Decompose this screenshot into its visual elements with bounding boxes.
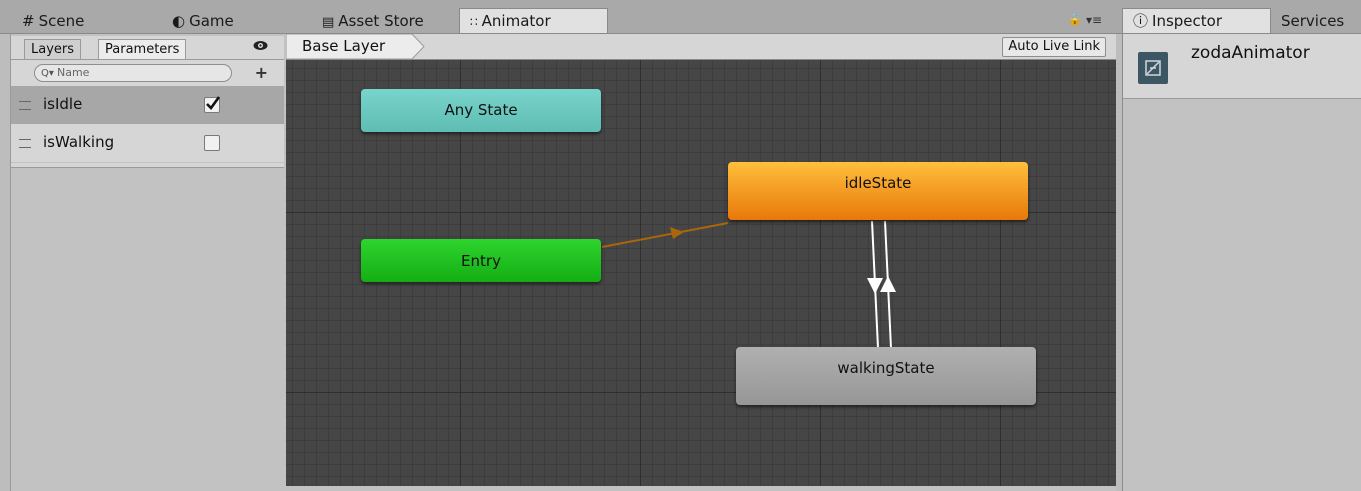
any-state-node[interactable]: Any State [361, 89, 601, 132]
parameter-checkbox[interactable] [204, 135, 220, 151]
tab-asset-store-label: Asset Store [338, 12, 424, 30]
lock-icon[interactable]: 🔒 [1068, 13, 1082, 26]
parameter-filter-row: Q▾ Name + [11, 60, 284, 86]
entry-node[interactable]: Entry [361, 239, 601, 282]
search-placeholder: Name [57, 66, 90, 79]
inspector-object-name: zodaAnimator [1191, 43, 1310, 63]
graph-toolbar: Base Layer Auto Live Link [286, 34, 1116, 60]
layers-parameters-tabs: Layers Parameters [11, 36, 284, 60]
inspector-panel: zodaAnimator [1122, 34, 1361, 491]
tab-animator[interactable]: ∷ Animator [459, 8, 608, 33]
add-parameter-button[interactable]: + [255, 63, 268, 82]
walking-state-node[interactable]: walkingState [736, 347, 1036, 405]
tab-services[interactable]: Services [1281, 9, 1344, 33]
tab-layers[interactable]: Layers [24, 39, 82, 60]
breadcrumb-label: Base Layer [302, 37, 386, 55]
animator-icon: ∷ [470, 15, 478, 29]
tab-game[interactable]: ◐ Game [172, 9, 234, 33]
idle-to-walking-transition[interactable] [867, 220, 883, 349]
parameter-search-input[interactable]: Q▾ Name [34, 64, 232, 82]
parameter-row[interactable]: isWalking [11, 124, 284, 162]
editor-tab-bar: # Scene ◐ Game ▤ Asset Store ∷ Animator 🔒 ▾≡… [0, 0, 1361, 34]
transition-arrow-icon [670, 227, 684, 239]
any-state-label: Any State [444, 101, 518, 119]
info-icon: ⓘ [1133, 12, 1149, 30]
tab-asset-store[interactable]: ▤ Asset Store [322, 9, 424, 33]
tab-scene[interactable]: # Scene [22, 9, 84, 33]
store-icon: ▤ [322, 15, 335, 30]
auto-live-link-button[interactable]: Auto Live Link [1002, 37, 1106, 57]
tab-menu-icon[interactable]: ▾≡ [1086, 13, 1102, 27]
tab-game-label: Game [189, 12, 234, 30]
parameter-row[interactable]: isIdle [11, 86, 284, 124]
pacman-icon: ◐ [172, 12, 186, 30]
search-icon: Q▾ [41, 68, 54, 79]
drag-handle-icon[interactable] [19, 101, 31, 110]
tab-parameters[interactable]: Parameters [98, 39, 187, 60]
grid-icon: # [22, 12, 35, 30]
parameter-name: isWalking [43, 133, 115, 151]
parameter-checkbox[interactable] [204, 96, 221, 113]
graph-bottom-strip [286, 486, 1116, 491]
tab-animator-label: Animator [481, 12, 551, 30]
animator-controller-icon [1138, 52, 1168, 84]
walking-state-label: walkingState [837, 359, 935, 377]
walking-to-idle-transition[interactable] [880, 220, 896, 349]
parameter-name: isIdle [43, 95, 83, 113]
idle-state-node[interactable]: idleState [728, 162, 1028, 220]
tab-scene-label: Scene [38, 12, 85, 30]
panel-edge [0, 34, 11, 491]
entry-label: Entry [461, 252, 501, 270]
drag-handle-icon[interactable] [19, 139, 31, 148]
eye-icon[interactable] [253, 38, 268, 53]
parameter-list-footer [11, 163, 284, 168]
entry-to-idle-transition[interactable] [601, 222, 729, 248]
tab-inspector-label: Inspector [1152, 12, 1222, 30]
tab-inspector[interactable]: ⓘ Inspector [1122, 8, 1271, 33]
idle-state-label: idleState [844, 174, 912, 192]
tab-services-label: Services [1281, 12, 1345, 30]
inspector-header: zodaAnimator [1123, 34, 1361, 99]
checkmark-icon [206, 96, 221, 110]
